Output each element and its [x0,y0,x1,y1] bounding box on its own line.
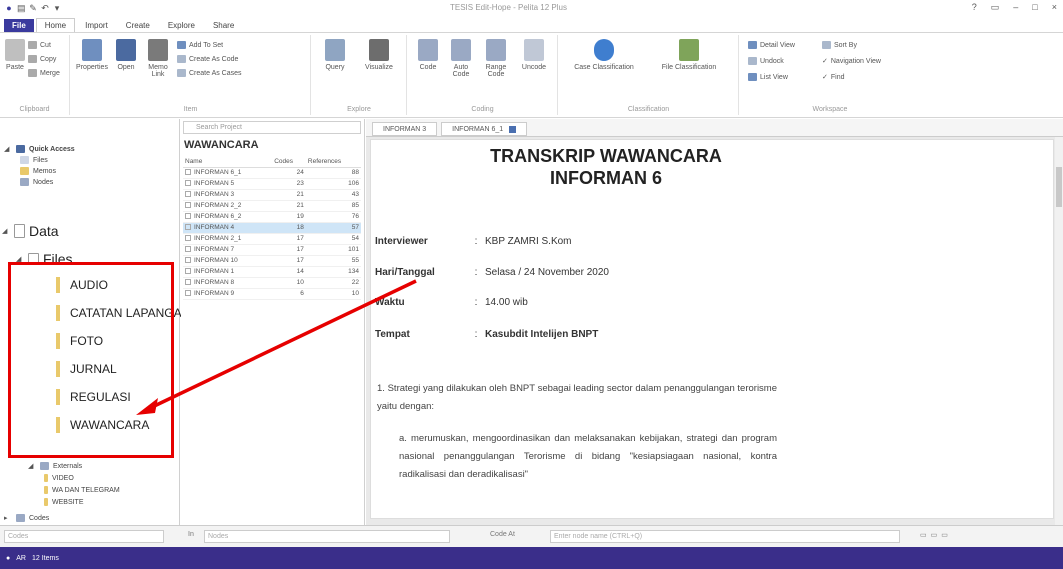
arrow-shaft [147,279,417,411]
annotation-arrow [136,279,417,415]
arrow-head [136,398,158,415]
